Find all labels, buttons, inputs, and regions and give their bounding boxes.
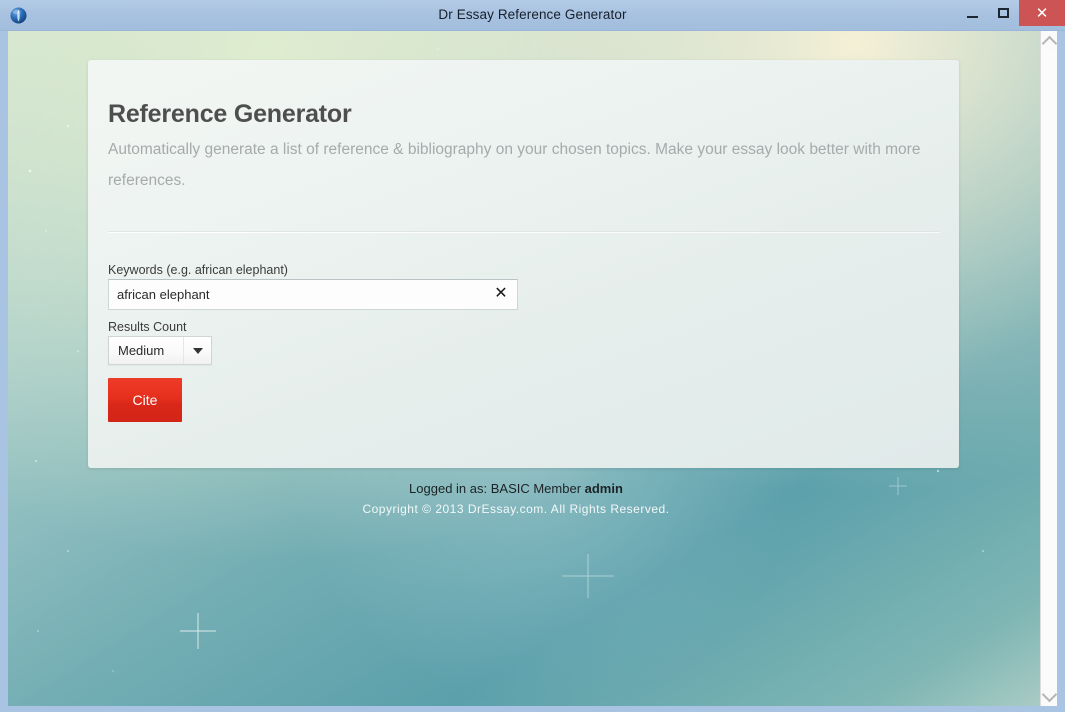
results-count-label: Results Count — [108, 320, 187, 334]
window-controls: ✕ — [957, 0, 1065, 31]
chevron-down-icon — [1041, 686, 1057, 702]
results-count-value: Medium — [118, 343, 165, 358]
cite-button[interactable]: Cite — [108, 378, 182, 422]
keywords-input[interactable] — [109, 280, 484, 309]
close-button[interactable]: ✕ — [1019, 0, 1065, 26]
scroll-up-button[interactable] — [1041, 33, 1057, 51]
chevron-up-icon — [1041, 35, 1057, 51]
application-window: Dr Essay Reference Generator ✕ Reference… — [0, 0, 1065, 712]
page-viewport: Reference Generator Automatically genera… — [8, 31, 1040, 706]
section-divider — [108, 231, 940, 233]
login-status-prefix: Logged in as: BASIC Member — [409, 481, 585, 496]
scroll-down-button[interactable] — [1041, 686, 1057, 704]
window-title: Dr Essay Reference Generator — [438, 7, 627, 22]
chevron-down-icon[interactable] — [183, 337, 211, 364]
page-content: Reference Generator Automatically genera… — [8, 31, 1024, 706]
minimize-icon — [966, 15, 978, 18]
copyright-text: Copyright © 2013 DrEssay.com. All Rights… — [362, 502, 670, 516]
page-title: Reference Generator — [108, 100, 352, 128]
keywords-label: Keywords (e.g. african elephant) — [108, 263, 288, 277]
page-subtitle: Automatically generate a list of referen… — [108, 141, 921, 189]
login-username: admin — [584, 481, 623, 496]
vertical-scrollbar[interactable] — [1040, 31, 1057, 706]
login-status: Logged in as: BASIC Member admin — [8, 481, 1024, 496]
maximize-button[interactable] — [987, 0, 1019, 26]
minimize-button[interactable] — [957, 0, 987, 26]
scrollbar-track[interactable] — [1041, 50, 1057, 687]
results-count-select[interactable]: Medium — [108, 336, 212, 365]
title-bar: Dr Essay Reference Generator ✕ — [0, 0, 1065, 31]
content-card: Reference Generator Automatically genera… — [88, 60, 959, 468]
maximize-icon — [997, 8, 1009, 18]
keywords-input-wrap[interactable]: ✕ — [108, 279, 518, 310]
clear-icon[interactable]: ✕ — [492, 285, 510, 303]
